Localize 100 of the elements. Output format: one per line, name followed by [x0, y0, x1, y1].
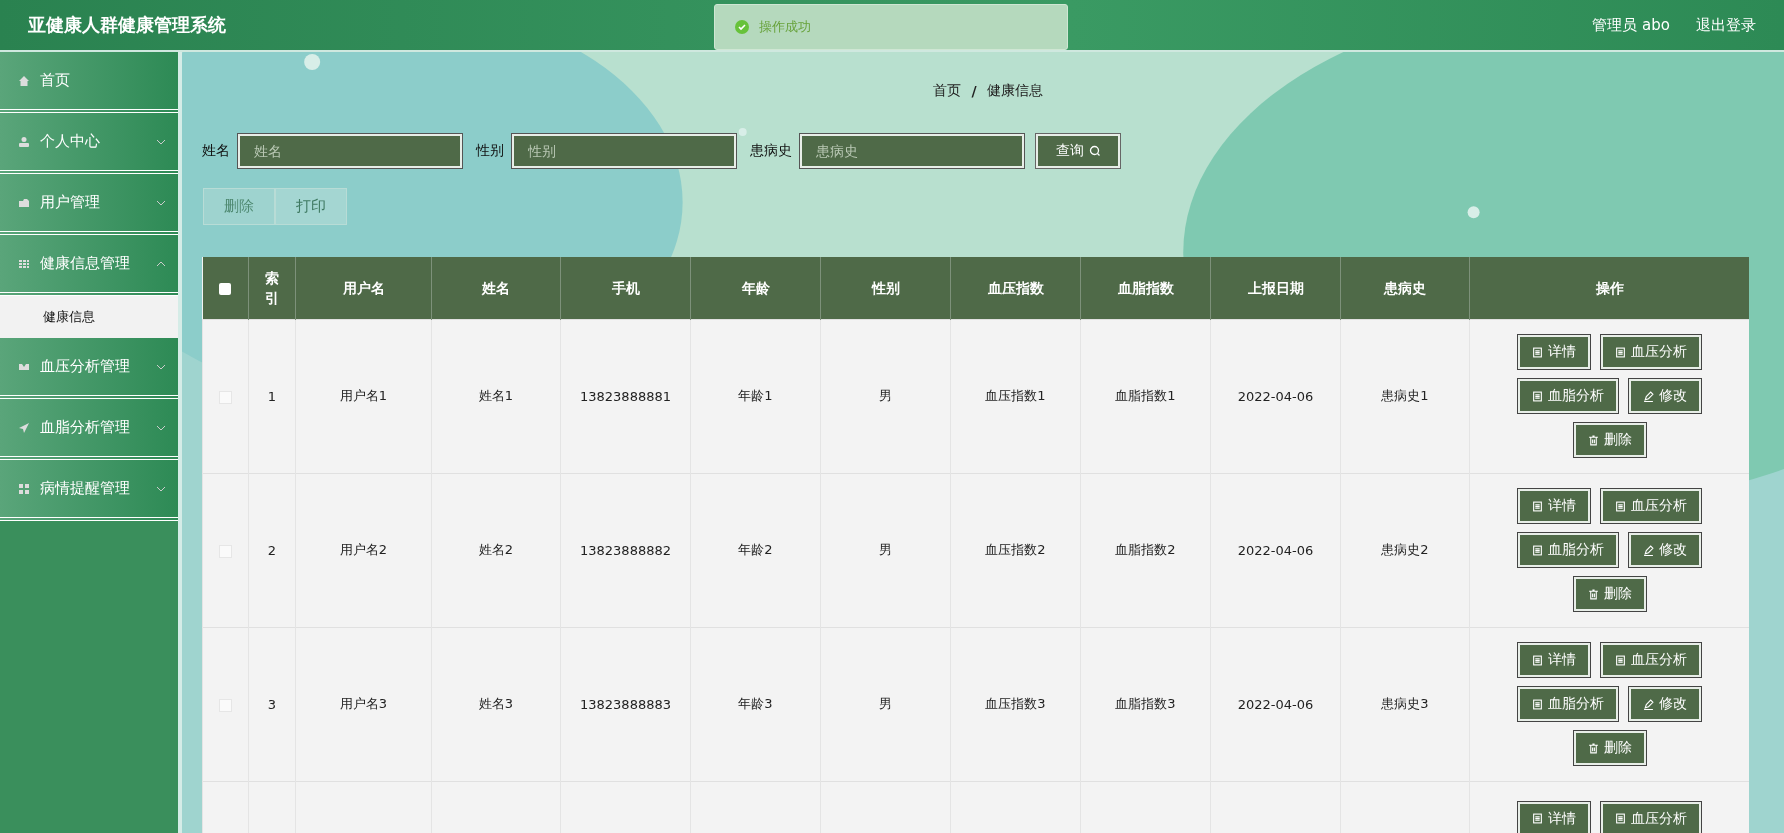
- table-cell: 患病史1: [1381, 388, 1429, 403]
- action-button[interactable]: 删除: [1573, 577, 1646, 611]
- table-cell: 2022-04-06: [1237, 696, 1314, 712]
- table-cell: 1: [267, 388, 277, 404]
- document-icon: [1615, 654, 1626, 666]
- toolbar-button[interactable]: 打印: [275, 188, 347, 225]
- user-label: 管理员 abo: [1592, 15, 1670, 35]
- sidebar-item[interactable]: 血压分析管理: [0, 338, 178, 399]
- column-header: 用户名: [295, 257, 432, 319]
- grid-icon: [18, 257, 30, 270]
- action-button[interactable]: 删除: [1573, 423, 1646, 457]
- pencil-icon: [1643, 390, 1654, 402]
- column-header: 手机: [560, 257, 691, 319]
- sidebar-item[interactable]: 病情提醒管理: [0, 460, 178, 521]
- column-header: 操作: [1469, 257, 1749, 319]
- table-cell: 血压指数2: [985, 542, 1046, 557]
- column-header: 年龄: [690, 257, 821, 319]
- action-button[interactable]: 血脂分析: [1518, 687, 1618, 721]
- action-button[interactable]: 血脂分析: [1518, 533, 1618, 567]
- sidebar-item[interactable]: 健康信息管理: [0, 235, 178, 296]
- apps-icon: [18, 482, 30, 495]
- action-button[interactable]: 血压分析: [1601, 335, 1701, 369]
- select-all-checkbox[interactable]: [219, 282, 232, 295]
- breadcrumb-item[interactable]: 首页: [933, 82, 962, 100]
- trash-icon: [1587, 434, 1599, 446]
- table-cell: 患病史2: [1381, 542, 1429, 557]
- action-button[interactable]: 血压分析: [1601, 801, 1701, 833]
- table-cell: 13823888883: [580, 696, 671, 712]
- search-button[interactable]: 查询: [1036, 134, 1120, 168]
- table-cell: 13823888881: [580, 388, 671, 404]
- action-button[interactable]: 血压分析: [1601, 489, 1701, 523]
- breadcrumb-separator: /: [971, 83, 977, 99]
- document-icon: [1532, 500, 1543, 512]
- field-label: 姓名: [202, 142, 230, 160]
- action-button[interactable]: 血脂分析: [1518, 379, 1618, 413]
- sidebar-item[interactable]: 血脂分析管理: [0, 399, 178, 460]
- table-cell: 年龄2: [738, 542, 773, 557]
- breadcrumb-item: 健康信息: [986, 82, 1043, 100]
- table-cell: 男: [879, 542, 892, 557]
- action-button[interactable]: 详情: [1518, 801, 1590, 833]
- table-cell: 姓名1: [478, 388, 514, 403]
- logout-link[interactable]: 退出登录: [1696, 15, 1756, 35]
- column-header: 上报日期: [1210, 257, 1341, 319]
- column-header: 姓名: [431, 257, 561, 319]
- table-cell: 3: [267, 696, 277, 712]
- system-title: 亚健康人群健康管理系统: [28, 13, 226, 37]
- document-icon: [1532, 346, 1543, 358]
- search-field[interactable]: 姓名: [238, 134, 462, 168]
- pencil-icon: [1643, 698, 1654, 710]
- field-label: 性别: [476, 142, 504, 160]
- table-cell: 血脂指数1: [1115, 388, 1176, 403]
- person-icon: [18, 135, 30, 148]
- column-header: 患病史: [1340, 257, 1470, 319]
- table-cell: 血脂指数2: [1115, 542, 1176, 557]
- trash-icon: [1587, 742, 1599, 754]
- table-cell: 姓名2: [478, 542, 514, 557]
- document-icon: [1615, 500, 1626, 512]
- submenu-item[interactable]: 健康信息: [0, 296, 178, 338]
- document-icon: [1532, 813, 1543, 824]
- sidebar-item[interactable]: 个人中心: [0, 113, 178, 174]
- sidebar-item[interactable]: 用户管理: [0, 174, 178, 235]
- pencil-icon: [1643, 544, 1654, 556]
- action-button[interactable]: 详情: [1518, 643, 1590, 677]
- action-button[interactable]: 修改: [1629, 379, 1701, 413]
- search-field[interactable]: 性别: [512, 134, 736, 168]
- action-button[interactable]: 详情: [1518, 489, 1590, 523]
- folder-icon: [18, 196, 30, 209]
- table-cell: 用户名3: [339, 696, 388, 711]
- document-icon: [1615, 346, 1626, 358]
- toast-message: 操作成功: [759, 18, 811, 36]
- column-header: 血压指数: [950, 257, 1081, 319]
- house-icon: [18, 74, 30, 87]
- table-cell: 2022-04-06: [1237, 542, 1314, 558]
- action-button[interactable]: 详情: [1518, 335, 1590, 369]
- document-icon: [1615, 813, 1626, 824]
- column-header: 索引: [248, 257, 296, 319]
- action-button[interactable]: 修改: [1629, 533, 1701, 567]
- table-cell: 男: [879, 696, 892, 711]
- table-cell: 姓名3: [478, 696, 514, 711]
- table-cell: 2022-04-06: [1237, 388, 1314, 404]
- table-cell: 2: [267, 542, 277, 558]
- table-cell: 年龄3: [738, 696, 773, 711]
- table-cell: 血压指数3: [985, 696, 1046, 711]
- table-cell: 患病史3: [1381, 696, 1429, 711]
- field-label: 患病史: [750, 142, 792, 160]
- document-icon: [1532, 544, 1543, 556]
- table-cell: 血脂指数3: [1115, 696, 1176, 711]
- search-field[interactable]: 患病史: [800, 134, 1024, 168]
- trash-icon: [1587, 588, 1599, 600]
- table-cell: 13823888882: [580, 542, 671, 558]
- search-icon: [1088, 145, 1101, 157]
- action-button[interactable]: 血压分析: [1601, 643, 1701, 677]
- action-button[interactable]: 删除: [1573, 731, 1646, 765]
- document-icon: [1532, 654, 1543, 666]
- column-header: 血脂指数: [1080, 257, 1211, 319]
- sidebar-item[interactable]: 首页: [0, 52, 178, 113]
- check-circle-icon: [735, 20, 749, 34]
- table-cell: 男: [879, 388, 892, 403]
- table-cell: 用户名2: [339, 542, 388, 557]
- action-button[interactable]: 修改: [1629, 687, 1701, 721]
